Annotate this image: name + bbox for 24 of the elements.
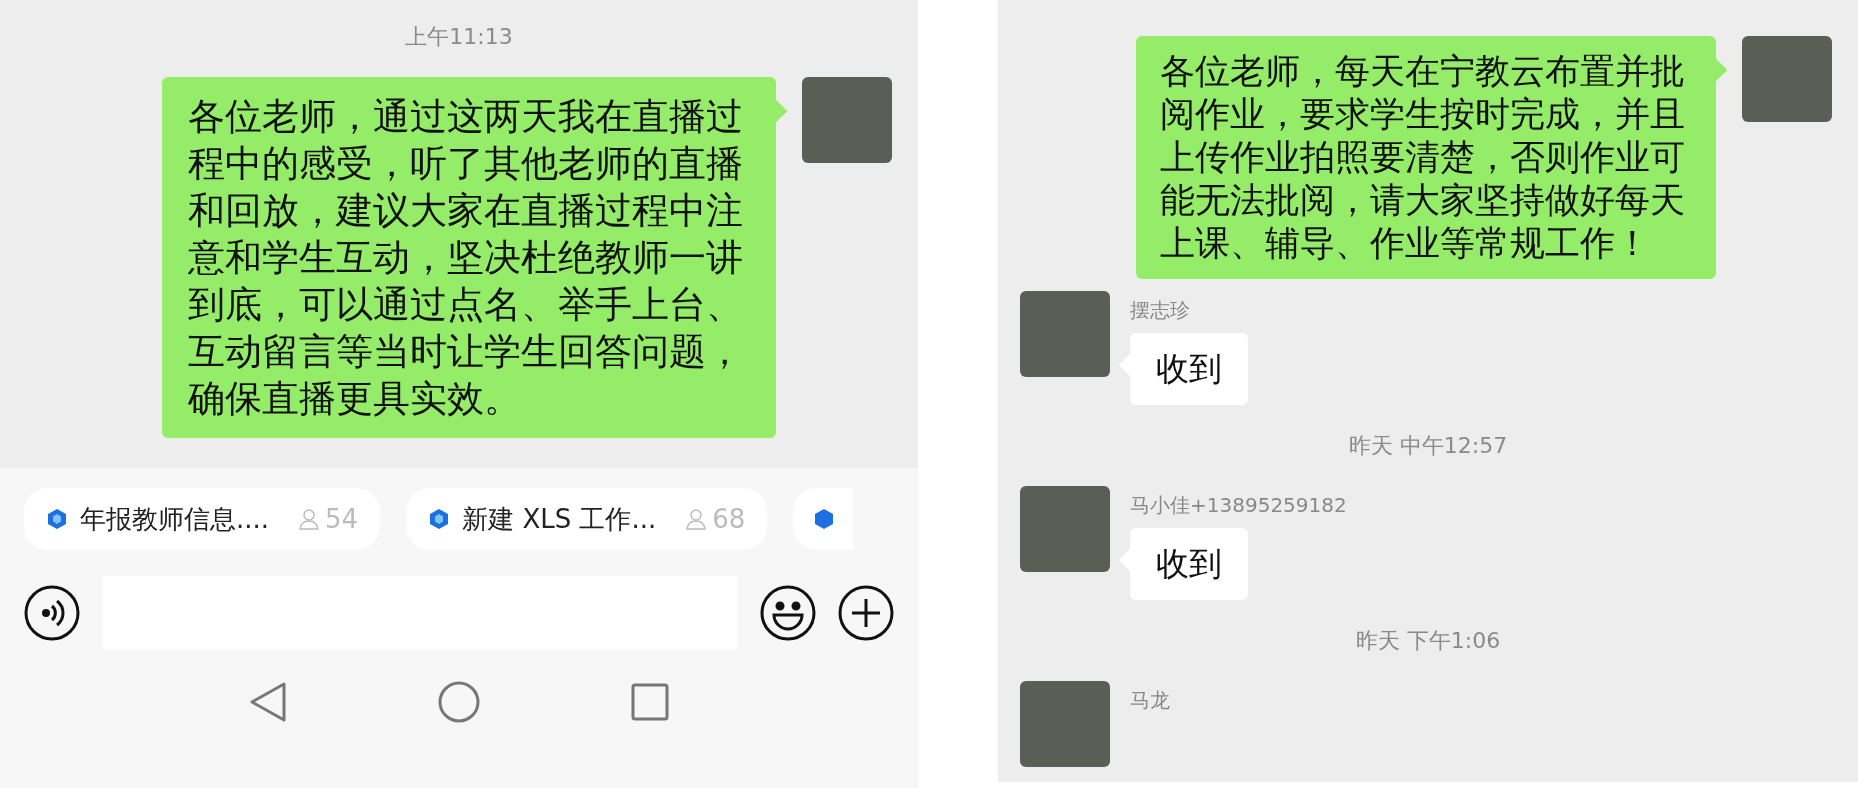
home-icon[interactable] — [438, 681, 480, 723]
sender-name: 摆志珍 — [1130, 297, 1190, 324]
sender-name: 马小佳+13895259182 — [1130, 492, 1347, 519]
message-bubble: 各位老师，通过这两天我在直播过程中的感受，听了其他老师的直播和回放，建议大家在直播过程中注意和学生互动，坚决杜绝教师一讲到底，可以通过点名、举手上台、互动留言等当时让学生回答问题，确保直播更具实效。 — [161, 77, 776, 438]
timestamp: 昨天 下午1:06 — [1355, 627, 1501, 655]
person-icon — [684, 507, 709, 531]
voice-icon[interactable] — [24, 585, 80, 641]
cube-icon — [428, 508, 451, 530]
shortcut-chip[interactable]: 新建 XLS 工作... 68 — [406, 488, 768, 550]
shortcut-chip[interactable] — [793, 488, 854, 550]
message-bubble: 收到 — [1130, 528, 1248, 600]
timestamp: 昨天 中午12:57 — [1348, 432, 1508, 460]
timestamp: 上午11:13 — [405, 23, 513, 51]
recents-icon[interactable] — [630, 682, 670, 722]
emoji-icon[interactable] — [760, 585, 816, 641]
back-icon[interactable] — [248, 680, 288, 724]
plus-icon[interactable] — [838, 585, 894, 641]
cube-icon — [813, 508, 836, 530]
message-bubble: 各位老师，每天在宁教云布置并批阅作业，要求学生按时完成，并且上传作业拍照要清楚，否则作业可能无法批阅，请大家坚持做好每天上课、辅导、作业等常规工作！ — [1136, 36, 1716, 279]
shortcut-chip[interactable]: 年报教师信息.... 54 — [24, 488, 381, 550]
person-icon — [297, 507, 322, 531]
cube-icon — [46, 508, 68, 530]
sender-name: 马龙 — [1130, 687, 1170, 714]
message-bubble: 收到 — [1130, 333, 1248, 405]
